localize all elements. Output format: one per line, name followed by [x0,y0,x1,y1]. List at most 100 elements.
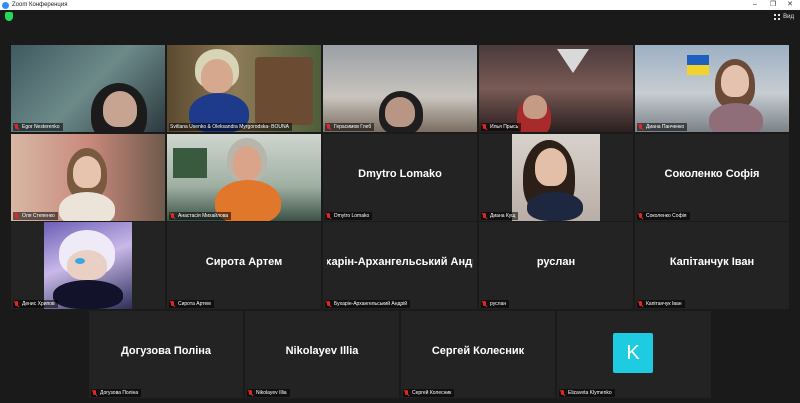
participant-name-label: Капітанчук Іван [646,301,682,307]
participant-nametag: Egor Nesterenko [13,123,63,131]
participant-tile[interactable]: K Elizaveta Klymenko [557,311,711,398]
participant-tile[interactable]: Анастасія Михайлова [167,134,321,221]
participant-tile[interactable]: Соколенко Софія Соколенко Софія [635,134,789,221]
participant-display-name: Догузова Поліна [120,345,212,357]
participant-tile[interactable]: Nikolayev Illia Nikolayev Illia [245,311,399,398]
participant-name-label: Догузова Поліна [100,390,139,396]
participant-tile-active-speaker[interactable]: Svitlana Usenko & Oleksandra Myrgorodska… [167,45,321,132]
zoom-logo-icon [2,1,9,9]
participant-name-label: Анастасія Михайлова [178,213,229,219]
participant-tile[interactable]: Сирота Артем Сирота Артем [167,222,321,309]
participant-name-label: Elizaveta Klymenko [568,390,612,396]
mic-muted-icon [14,301,19,307]
close-button[interactable]: ✕ [783,0,797,10]
video-feed [167,45,321,132]
view-button-label: Вид [783,14,794,20]
mic-muted-icon [482,301,487,307]
participant-nametag: Elizaveta Klymenko [559,389,615,397]
participant-nametag: Капітанчук Іван [637,300,685,308]
window-title: Zoom Конференция [12,2,68,8]
encryption-shield-icon[interactable] [5,12,13,21]
participant-name-label: Сирота Артем [178,301,211,307]
video-feed [479,45,633,132]
participant-nametag: руслан [481,300,510,308]
participant-display-name: Сирота Артем [205,256,283,268]
participant-nametag: Илья Прысь [481,123,522,131]
participant-tile[interactable]: Egor Nesterenko [11,45,165,132]
maximize-button[interactable]: ❐ [766,0,780,10]
participant-name-label: Диана Кущ [490,213,516,219]
meeting-topbar: Вид [0,10,800,24]
participant-display-name: Капітанчук Іван [669,256,755,268]
mic-muted-icon [638,301,643,307]
video-feed [167,134,321,221]
participant-name-label: Денис Хрипов [22,301,55,307]
participant-nametag: Бухарін-Архангельський Андрій [325,300,411,308]
participant-nametag: Сергей Колесник [403,389,455,397]
participant-nametag: Диана Панченко [637,123,688,131]
participant-nametag: Соколенко Софія [637,212,690,220]
participant-nametag: Анастасія Михайлова [169,212,232,220]
participant-tile[interactable]: Капітанчук Іван Капітанчук Іван [635,222,789,309]
participant-display-name: Соколенко Софія [664,168,760,180]
mic-muted-icon [326,124,331,130]
mic-muted-icon [92,390,97,396]
mic-muted-icon [170,301,175,307]
video-feed [323,45,477,132]
window-titlebar: Zoom Конференция ‒ ❐ ✕ [0,0,800,10]
participant-nametag: Оля Степенко [13,212,58,220]
minimize-button[interactable]: ‒ [748,0,762,10]
mic-muted-icon [326,213,331,219]
mic-muted-icon [482,124,487,130]
video-feed [11,134,165,221]
participant-display-name: Dmytro Lomako [358,168,442,180]
participant-tile[interactable]: Dmytro Lomako Dmytro Lomako [323,134,477,221]
mic-muted-icon [560,390,565,396]
participant-nametag: Денис Хрипов [13,300,58,308]
participant-display-name: Сергей Колесник [431,345,525,357]
participant-name-label: Бухарін-Архангельський Андрій [334,301,408,307]
participant-tile[interactable]: Диана Панченко [635,45,789,132]
video-feed [635,45,789,132]
participant-name-label: Диана Панченко [646,124,685,130]
participant-name-label: Илья Прысь [490,124,519,130]
participant-name-label: Сергей Колесник [412,390,452,396]
view-button[interactable]: Вид [774,12,794,22]
participant-tile[interactable]: руслан руслан [479,222,633,309]
mic-muted-icon [170,213,175,219]
participant-tile[interactable]: Сергей Колесник Сергей Колесник [401,311,555,398]
participant-nametag: Догузова Поліна [91,389,142,397]
mic-muted-icon [638,124,643,130]
participant-nametag: Svitlana Usenko & Oleksandra Myrgorodska… [169,123,292,131]
participant-display-name: Бухарін-Архангельський Андрій [327,256,473,268]
participant-nametag: Nikolayev Illia [247,389,290,397]
participant-name-label: Svitlana Usenko & Oleksandra Myrgorodska… [170,124,289,130]
video-feed [479,134,633,221]
participant-tile[interactable]: Оля Степенко [11,134,165,221]
participant-name-label: Nikolayev Illia [256,390,287,396]
mic-muted-icon [248,390,253,396]
participant-name-label: Egor Nesterenko [22,124,60,130]
participant-name-label: Герасимов Глеб [334,124,372,130]
participant-name-label: Соколенко Софія [646,213,687,219]
participant-tile[interactable]: Диана Кущ [479,134,633,221]
participant-nametag: Dmytro Lomako [325,212,373,220]
participant-tile[interactable]: Денис Хрипов [11,222,165,309]
participant-display-name: Nikolayev Illia [285,345,359,357]
mic-muted-icon [482,213,487,219]
avatar: K [613,333,653,373]
mic-muted-icon [14,213,19,219]
participant-name-label: Оля Степенко [22,213,55,219]
mic-muted-icon [404,390,409,396]
participant-tile[interactable]: Догузова Поліна Догузова Поліна [89,311,243,398]
participant-tile[interactable]: Илья Прысь [479,45,633,132]
participant-name-label: руслан [490,301,507,307]
mic-muted-icon [326,301,331,307]
video-feed [11,45,165,132]
participant-tile[interactable]: Бухарін-Архангельський Андрій Бухарін-Ар… [323,222,477,309]
participant-nametag: Сирота Артем [169,300,214,308]
participant-name-label: Dmytro Lomako [334,213,370,219]
participant-nametag: Диана Кущ [481,212,519,220]
participant-tile[interactable]: Герасимов Глеб [323,45,477,132]
mic-muted-icon [14,124,19,130]
